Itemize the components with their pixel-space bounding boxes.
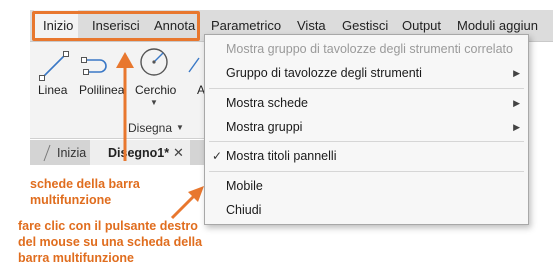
submenu-arrow-icon: ▶: [513, 98, 520, 108]
submenu-arrow-icon: ▶: [513, 122, 520, 132]
context-menu: Mostra gruppo di tavolozze degli strumen…: [204, 34, 529, 225]
circle-tool-label: Cerchio: [135, 83, 177, 97]
submenu-arrow-icon: ▶: [513, 68, 520, 78]
menu-item-show-panel-titles[interactable]: ✓ Mostra titoli pannelli: [205, 144, 528, 168]
partial-tool-icon: [187, 56, 201, 74]
panel-expand-icon[interactable]: ▼: [176, 123, 184, 132]
menu-item-float[interactable]: Mobile: [205, 174, 528, 198]
menu-item-show-panels[interactable]: Mostra gruppi ▶: [205, 115, 528, 139]
line-tool-button[interactable]: [37, 48, 71, 82]
circle-icon: [140, 48, 168, 76]
menu-item-show-tabs[interactable]: Mostra schede ▶: [205, 91, 528, 115]
line-tool-label: Linea: [38, 83, 68, 97]
arrow-up-icon: [116, 52, 134, 161]
tab-separator-icon: [42, 144, 52, 162]
ribbon-tabs-highlight: [32, 11, 200, 41]
right-click-callout: fare clic con il pulsante destro del mou…: [18, 219, 203, 265]
file-tab-start[interactable]: Inizia: [57, 146, 86, 160]
ribbon-tabs-callout: schede della barra multifunzione: [30, 177, 140, 207]
checkmark-icon: ✓: [212, 149, 223, 163]
circle-tool-button[interactable]: [137, 45, 171, 79]
menu-separator: [209, 141, 524, 142]
circle-dropdown-arrow-icon[interactable]: ▼: [150, 98, 158, 107]
line-icon: [39, 51, 69, 81]
menu-item-close[interactable]: Chiudi: [205, 198, 528, 222]
menu-separator: [209, 88, 524, 89]
close-icon[interactable]: ✕: [173, 145, 184, 161]
menu-item-tool-palette-groups[interactable]: Gruppo di tavolozze degli strumenti ▶: [205, 61, 528, 85]
menu-separator: [209, 171, 524, 172]
menu-item-show-related-tool-palette-group: Mostra gruppo di tavolozze degli strumen…: [226, 42, 513, 56]
